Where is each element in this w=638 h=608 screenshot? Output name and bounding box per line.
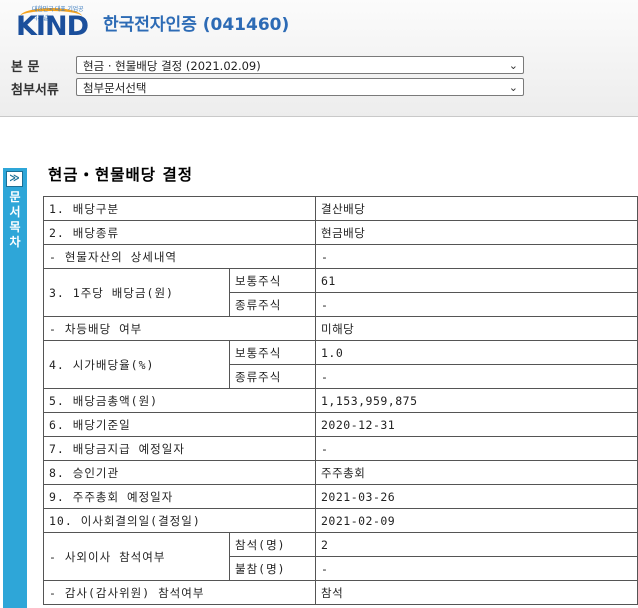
table-row: 8. 승인기관 주주총회	[43, 460, 638, 485]
document-title: 현금・현물배당 결정	[48, 166, 193, 184]
row-value: -	[315, 364, 638, 389]
chevron-down-icon: ⌄	[508, 59, 518, 72]
row-value: 2021-02-09	[315, 508, 638, 533]
row-value: 2020-12-31	[315, 412, 638, 437]
table-row: - 감사(감사위원) 참석여부 참석	[43, 580, 638, 605]
row-sublabel: 종류주식	[229, 292, 316, 317]
expand-toc-icon[interactable]: ≫	[6, 171, 23, 187]
row-label: 8. 승인기관	[43, 460, 316, 485]
row-sublabel: 보통주식	[229, 268, 316, 293]
attach-doc-label: 첨부서류	[11, 83, 59, 98]
row-value: 2021-03-26	[315, 484, 638, 509]
dividend-table: 1. 배당구분 결산배당 2. 배당종류 현금배당 - 현물자산의 상세내역 -…	[43, 196, 638, 605]
row-value: 결산배당	[315, 196, 638, 221]
attach-doc-select-value: 첨부문서선택	[83, 81, 147, 95]
row-label: - 감사(감사위원) 참석여부	[43, 580, 316, 605]
table-row: 10. 이사회결의일(결정일) 2021-02-09	[43, 508, 638, 533]
main-doc-select[interactable]: 현금 · 현물배당 결정 (2021.02.09) ⌄	[76, 56, 524, 74]
row-value: 1.0	[315, 340, 638, 365]
row-value: 주주총회	[315, 460, 638, 485]
chevron-down-icon: ⌄	[508, 81, 518, 94]
row-label: 4. 시가배당율(%)	[43, 340, 230, 389]
row-label: - 차등배당 여부	[43, 316, 316, 341]
attach-doc-select[interactable]: 첨부문서선택 ⌄	[76, 78, 524, 96]
row-label: 5. 배당금총액(원)	[43, 388, 316, 413]
table-row: 2. 배당종류 현금배당	[43, 220, 638, 245]
table-row: 5. 배당금총액(원) 1,153,959,875	[43, 388, 638, 413]
toc-tab-label: 문 서 목 차	[9, 190, 21, 249]
row-value: 2	[315, 532, 638, 557]
main-doc-label: 본 문	[11, 60, 40, 75]
table-row: 4. 시가배당율(%) 보통주식 1.0	[43, 340, 638, 389]
row-label: - 현물자산의 상세내역	[43, 244, 316, 269]
row-value: -	[315, 292, 638, 317]
row-label: 2. 배당종류	[43, 220, 316, 245]
table-row: - 차등배당 여부 미해당	[43, 316, 638, 341]
row-label: 10. 이사회결의일(결정일)	[43, 508, 316, 533]
table-row: - 사외이사 참석여부 참석(명) 2	[43, 532, 638, 581]
row-value: 미해당	[315, 316, 638, 341]
row-sublabel: 종류주식	[229, 364, 316, 389]
row-label: 3. 1주당 배당금(원)	[43, 268, 230, 317]
table-row: 9. 주주총회 예정일자 2021-03-26	[43, 484, 638, 509]
row-value: -	[315, 244, 638, 269]
table-row: - 현물자산의 상세내역 -	[43, 244, 638, 269]
main-doc-select-value: 현금 · 현물배당 결정 (2021.02.09)	[83, 59, 261, 73]
table-row: 6. 배당기준일 2020-12-31	[43, 412, 638, 437]
row-value: 현금배당	[315, 220, 638, 245]
row-label: 9. 주주총회 예정일자	[43, 484, 316, 509]
row-sublabel: 참석(명)	[229, 532, 316, 557]
table-row: 7. 배당금지급 예정일자 -	[43, 436, 638, 461]
table-row: 3. 1주당 배당금(원) 보통주식 61	[43, 268, 638, 317]
document-toc-tab[interactable]: ≫ 문 서 목 차	[3, 168, 27, 608]
table-row: 1. 배당구분 결산배당	[43, 196, 638, 221]
row-sublabel: 불참(명)	[229, 556, 316, 581]
row-label: 1. 배당구분	[43, 196, 316, 221]
company-title: 한국전자인증 (041460)	[103, 15, 290, 35]
row-value: 61	[315, 268, 638, 293]
header-bar: 대한민국 대표 기업공시채널 KIND 한국전자인증 (041460) 본 문 …	[0, 0, 638, 117]
kind-logo[interactable]: 대한민국 대표 기업공시채널 KIND	[14, 4, 89, 42]
row-value: 1,153,959,875	[315, 388, 638, 413]
row-sublabel: 보통주식	[229, 340, 316, 365]
row-label: 6. 배당기준일	[43, 412, 316, 437]
row-value: -	[315, 436, 638, 461]
logo-wordmark: KIND	[16, 11, 89, 42]
row-value: -	[315, 556, 638, 581]
row-label: 7. 배당금지급 예정일자	[43, 436, 316, 461]
row-label: - 사외이사 참석여부	[43, 532, 230, 581]
row-value: 참석	[315, 580, 638, 605]
